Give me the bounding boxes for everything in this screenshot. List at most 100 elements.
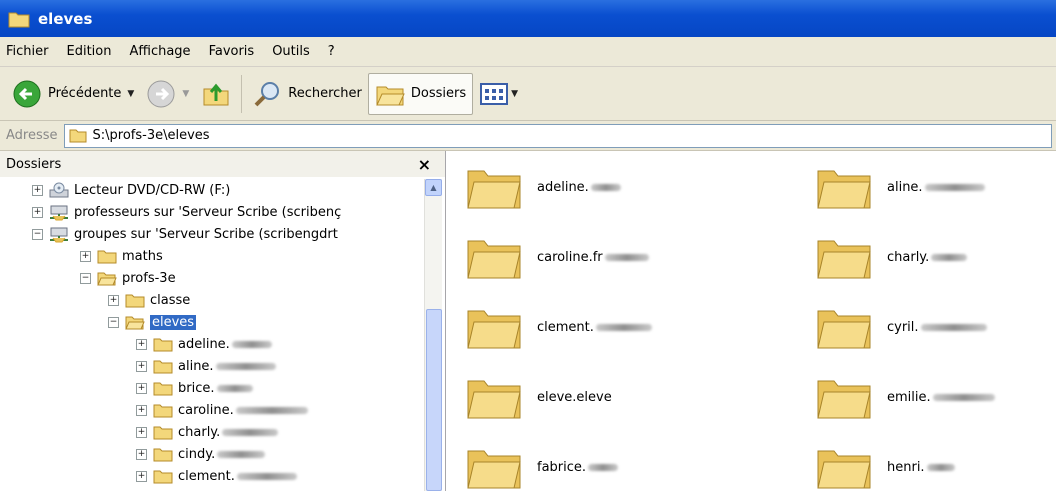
folder-name: cyril. bbox=[887, 319, 919, 335]
tree-node[interactable]: + adeline. bbox=[0, 333, 424, 355]
views-dropdown-icon[interactable]: ▼ bbox=[511, 89, 518, 99]
folder-item[interactable]: charly. bbox=[815, 233, 968, 281]
folder-icon bbox=[97, 250, 117, 263]
folder-item[interactable]: clement. bbox=[465, 303, 652, 351]
tree-node[interactable]: − groupes sur 'Serveur Scribe (scribengdr… bbox=[0, 223, 424, 245]
folder-item[interactable]: caroline.fr bbox=[465, 233, 649, 281]
expand-icon[interactable]: + bbox=[136, 426, 147, 438]
toolbar-separator bbox=[241, 74, 243, 113]
menu-affichage[interactable]: Affichage bbox=[129, 44, 190, 59]
expand-icon[interactable]: + bbox=[32, 184, 43, 196]
scroll-thumb[interactable] bbox=[426, 309, 442, 491]
expand-icon[interactable]: + bbox=[136, 382, 147, 394]
expand-icon[interactable]: + bbox=[136, 338, 147, 350]
tree-node[interactable]: + professeurs sur 'Serveur Scribe (scribe… bbox=[0, 201, 424, 223]
tree-node-label: adeline. bbox=[178, 336, 230, 352]
views-button[interactable]: ▼ bbox=[473, 73, 524, 115]
redacted-text bbox=[926, 463, 955, 471]
expand-icon[interactable]: + bbox=[80, 250, 91, 262]
tree-node-label: groupes sur 'Serveur Scribe (scribengdrt bbox=[74, 226, 338, 242]
tree-node[interactable]: + cindy. bbox=[0, 443, 424, 465]
menu-outils[interactable]: Outils bbox=[272, 44, 310, 59]
back-button[interactable]: Précédente ▼ bbox=[6, 73, 140, 115]
folder-item[interactable]: fabrice. bbox=[465, 443, 619, 491]
folder-icon bbox=[153, 470, 173, 483]
views-icon bbox=[480, 82, 509, 105]
menu-bar: Fichier Edition Affichage Favoris Outils… bbox=[0, 37, 1056, 67]
search-button[interactable]: Rechercher bbox=[246, 73, 368, 115]
back-dropdown-icon[interactable]: ▼ bbox=[127, 89, 134, 99]
folders-label: Dossiers bbox=[410, 86, 467, 101]
menu-fichier[interactable]: Fichier bbox=[6, 44, 49, 59]
tree-node[interactable]: + brice. bbox=[0, 377, 424, 399]
expand-icon[interactable]: + bbox=[136, 404, 147, 416]
forward-arrow-icon bbox=[147, 80, 175, 107]
menu-help[interactable]: ? bbox=[328, 44, 335, 59]
folder-tree: + Lecteur DVD/CD-RW (F:) + professeurs sur … bbox=[0, 179, 424, 491]
forward-button[interactable]: ▼ bbox=[140, 73, 195, 115]
scroll-up-icon[interactable]: ▲ bbox=[425, 179, 442, 196]
folder-icon bbox=[153, 448, 173, 461]
collapse-icon[interactable]: − bbox=[80, 272, 91, 284]
folder-name: aline. bbox=[887, 179, 923, 195]
folder-icon bbox=[817, 240, 871, 279]
folder-icon bbox=[153, 382, 173, 395]
folder-icon bbox=[153, 426, 173, 439]
menu-favoris[interactable]: Favoris bbox=[209, 44, 255, 59]
tree-node[interactable]: + Lecteur DVD/CD-RW (F:) bbox=[0, 179, 424, 201]
tree-node-label: eleves bbox=[150, 314, 197, 330]
expand-icon[interactable]: + bbox=[108, 294, 119, 306]
redacted-text bbox=[231, 340, 272, 348]
tree-scrollbar[interactable]: ▲ bbox=[424, 179, 442, 491]
redacted-text bbox=[216, 384, 253, 392]
tree-node-label: Lecteur DVD/CD-RW (F:) bbox=[74, 182, 231, 198]
redacted-text bbox=[588, 463, 619, 471]
collapse-icon[interactable]: − bbox=[32, 228, 43, 240]
folder-name: charly. bbox=[887, 249, 930, 265]
folder-icon bbox=[467, 450, 521, 489]
folders-button[interactable]: Dossiers bbox=[367, 72, 474, 115]
up-folder-button[interactable] bbox=[195, 73, 237, 115]
folder-item[interactable]: henri. bbox=[815, 443, 955, 491]
tree-node[interactable]: + charly. bbox=[0, 421, 424, 443]
network-share-icon bbox=[50, 227, 68, 242]
tree-node-label: professeurs sur 'Serveur Scribe (scriben… bbox=[74, 204, 342, 220]
close-icon[interactable]: × bbox=[418, 155, 431, 174]
folder-name: henri. bbox=[887, 459, 925, 475]
tree-node[interactable]: + clement. bbox=[0, 465, 424, 487]
tree-node[interactable]: +cyril. bbox=[0, 487, 424, 491]
folder-icon bbox=[125, 294, 145, 307]
redacted-text bbox=[215, 362, 276, 370]
expand-icon[interactable]: + bbox=[32, 206, 43, 218]
tree-node[interactable]: − eleves bbox=[0, 311, 424, 333]
collapse-icon[interactable]: − bbox=[108, 316, 119, 328]
forward-dropdown-icon[interactable]: ▼ bbox=[182, 89, 189, 99]
folder-item[interactable]: aline. bbox=[815, 163, 985, 211]
folder-name: caroline.fr bbox=[537, 249, 603, 265]
folder-item[interactable]: cyril. bbox=[815, 303, 987, 351]
folder-icon bbox=[467, 380, 521, 419]
address-input[interactable]: S:\profs-3e\eleves bbox=[63, 123, 1052, 148]
menu-edition[interactable]: Edition bbox=[67, 44, 112, 59]
folders-pane: Dossiers × + Lecteur DVD/CD-RW (F:) + profe… bbox=[0, 151, 446, 491]
expand-icon[interactable]: + bbox=[136, 470, 147, 482]
tree-node[interactable]: + classe bbox=[0, 289, 424, 311]
folder-icon bbox=[817, 170, 871, 209]
folder-name: emilie. bbox=[887, 389, 931, 405]
search-label: Rechercher bbox=[288, 86, 362, 101]
folder-item[interactable]: adeline. bbox=[465, 163, 621, 211]
tree-node[interactable]: + aline. bbox=[0, 355, 424, 377]
dvd-drive-icon bbox=[49, 182, 69, 197]
expand-icon[interactable]: + bbox=[136, 448, 147, 460]
tree-node[interactable]: + maths bbox=[0, 245, 424, 267]
folder-item[interactable]: emilie. bbox=[815, 373, 995, 421]
tree-node[interactable]: + caroline. bbox=[0, 399, 424, 421]
address-bar: Adresse S:\profs-3e\eleves bbox=[0, 121, 1056, 151]
tree-node[interactable]: − profs-3e bbox=[0, 267, 424, 289]
network-share-icon bbox=[50, 205, 68, 220]
search-icon bbox=[254, 81, 280, 106]
expand-icon[interactable]: + bbox=[136, 360, 147, 372]
redacted-text bbox=[604, 253, 649, 261]
folder-item[interactable]: eleve.eleve bbox=[465, 373, 612, 421]
folder-icon bbox=[467, 170, 521, 209]
